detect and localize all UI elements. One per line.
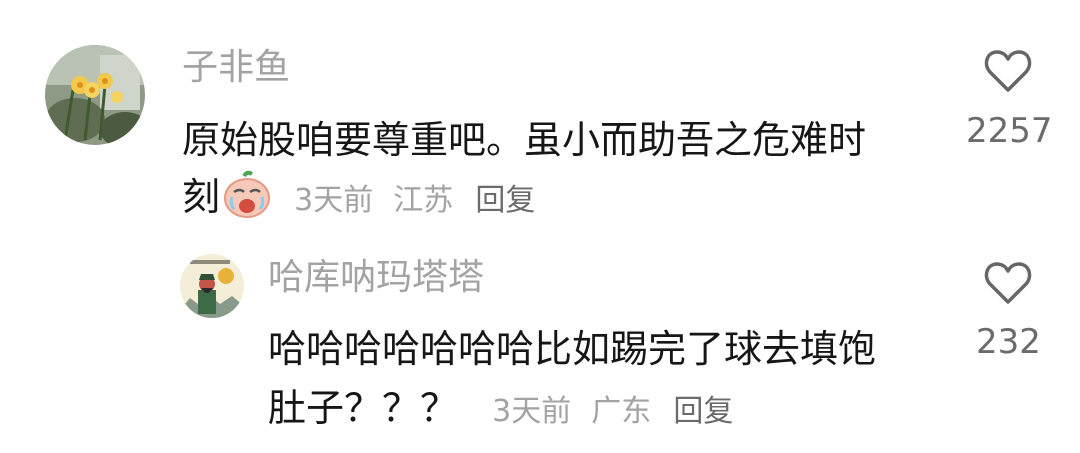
heart-outline-icon [984,262,1032,304]
username[interactable]: 子非鱼 [182,48,290,88]
reply-button[interactable]: 回复 [673,394,733,429]
comment-text-line: 刻 3天前 江苏 回复 [182,166,535,221]
like-count: 2257 [966,111,1053,151]
crying-face-emoji-icon [222,170,272,220]
flower-photo-avatar-icon [45,45,145,145]
comment-location: 广东 [591,394,652,429]
comment-text-line: 哈哈哈哈哈哈哈比如踢完了球去填饱 [268,318,876,373]
comment-time: 3天前 [294,183,374,218]
heart-outline-icon [984,50,1032,92]
comment-text: 刻 [182,175,221,219]
comment-text-line: 肚子？？？ 3天前 广东 回复 [268,377,733,432]
comment-text-line: 原始股咱要尊重吧。虽小而助吾之危难时 [182,109,866,164]
like-count: 232 [976,322,1041,362]
comment-time: 3天前 [492,394,572,429]
comment-text: 肚子？？？ [268,386,459,430]
comment-text: 原始股咱要尊重吧。虽小而助吾之危难时 [182,118,867,162]
comment-text: 哈哈哈哈哈哈哈比如踢完了球去填饱 [268,327,877,371]
comment-location: 江苏 [393,183,454,218]
user-avatar[interactable] [180,254,244,318]
like-button[interactable] [984,48,1032,94]
username[interactable]: 哈库呐玛塔塔 [268,258,484,298]
user-avatar[interactable] [45,45,145,145]
reply-button[interactable]: 回复 [475,183,535,218]
like-button[interactable] [984,260,1032,306]
guan-yu-cartoon-avatar-icon [180,254,244,318]
